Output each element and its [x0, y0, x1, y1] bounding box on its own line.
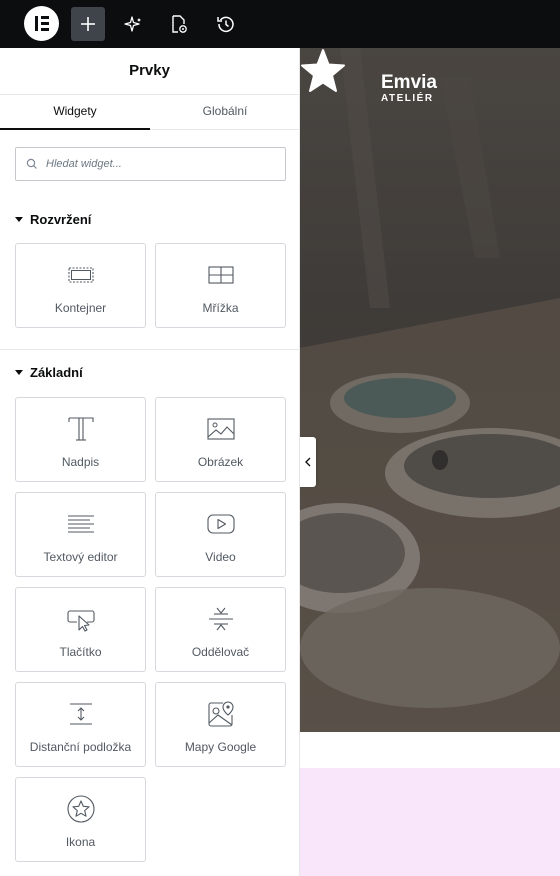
chevron-left-icon [305, 457, 311, 467]
star-circle-icon [67, 795, 95, 823]
collapse-panel-button[interactable] [300, 437, 316, 487]
heading-icon [68, 417, 94, 441]
hero-section[interactable]: Emvia ATELIÉR [300, 48, 560, 732]
brand-subtitle: ATELIÉR [381, 93, 434, 104]
widget-label: Tlačítko [59, 645, 102, 659]
widget-button[interactable]: Tlačítko [15, 587, 146, 672]
hero-background-image [300, 48, 560, 732]
category-title: Základní [30, 365, 83, 380]
divider [0, 349, 299, 350]
widget-label: Obrázek [197, 455, 244, 469]
category-basic[interactable]: Základní [15, 365, 83, 380]
tab-widgets[interactable]: Widgety [0, 95, 150, 130]
category-layout[interactable]: Rozvržení [15, 212, 91, 227]
widget-label: Nadpis [61, 455, 100, 469]
brand-name: Emvia [381, 72, 437, 93]
google-maps-icon [208, 701, 234, 727]
category-title: Rozvržení [30, 212, 92, 227]
search-input[interactable] [46, 154, 276, 174]
button-icon [67, 610, 95, 632]
widget-search[interactable] [15, 147, 286, 181]
widget-label: Distanční podložka [29, 740, 132, 754]
container-icon [68, 267, 94, 283]
widget-label: Oddělovač [191, 645, 250, 659]
widget-google-maps[interactable]: Mapy Google [155, 682, 286, 767]
search-icon [26, 158, 37, 169]
history-icon [217, 16, 234, 33]
add-element-button[interactable] [71, 7, 105, 41]
panel-title: Prvky [0, 48, 299, 95]
ai-button[interactable] [117, 7, 151, 41]
spacer-icon [70, 703, 92, 725]
widget-icon[interactable]: Ikona [15, 777, 146, 862]
widget-label: Mapy Google [184, 740, 257, 754]
widget-label: Video [205, 550, 236, 564]
image-icon [207, 418, 235, 440]
text-editor-icon [68, 515, 94, 533]
widget-label: Ikona [65, 835, 96, 849]
tab-global[interactable]: Globální [150, 95, 299, 130]
elements-panel: Prvky Widgety Globální Rozvržení Kontejn… [0, 48, 300, 876]
pink-section[interactable] [300, 768, 560, 876]
widget-grid[interactable]: Mřížka [155, 243, 286, 328]
plus-icon [81, 17, 95, 31]
top-bar [0, 0, 560, 48]
caret-down-icon [15, 217, 23, 223]
page-settings-button[interactable] [162, 7, 196, 41]
page-settings-icon [172, 15, 187, 33]
widget-label: Textový editor [43, 550, 118, 564]
widget-spacer[interactable]: Distanční podložka [15, 682, 146, 767]
history-button[interactable] [209, 7, 243, 41]
video-icon [207, 514, 235, 534]
widget-label: Kontejner [54, 301, 107, 315]
widget-divider[interactable]: Oddělovač [155, 587, 286, 672]
caret-down-icon [15, 370, 23, 376]
sparkle-icon [124, 16, 141, 32]
widget-text-editor[interactable]: Textový editor [15, 492, 146, 577]
divider-icon [209, 607, 233, 631]
preview-canvas[interactable]: Emvia ATELIÉR [300, 48, 560, 876]
widget-heading[interactable]: Nadpis [15, 397, 146, 482]
panel-tabs: Widgety Globální [0, 95, 299, 130]
grid-icon [208, 266, 234, 284]
widget-video[interactable]: Video [155, 492, 286, 577]
widget-container[interactable]: Kontejner [15, 243, 146, 328]
widget-image[interactable]: Obrázek [155, 397, 286, 482]
brand-star-icon [301, 49, 345, 92]
widget-label: Mřížka [202, 301, 239, 315]
elementor-logo-icon[interactable] [24, 6, 59, 41]
